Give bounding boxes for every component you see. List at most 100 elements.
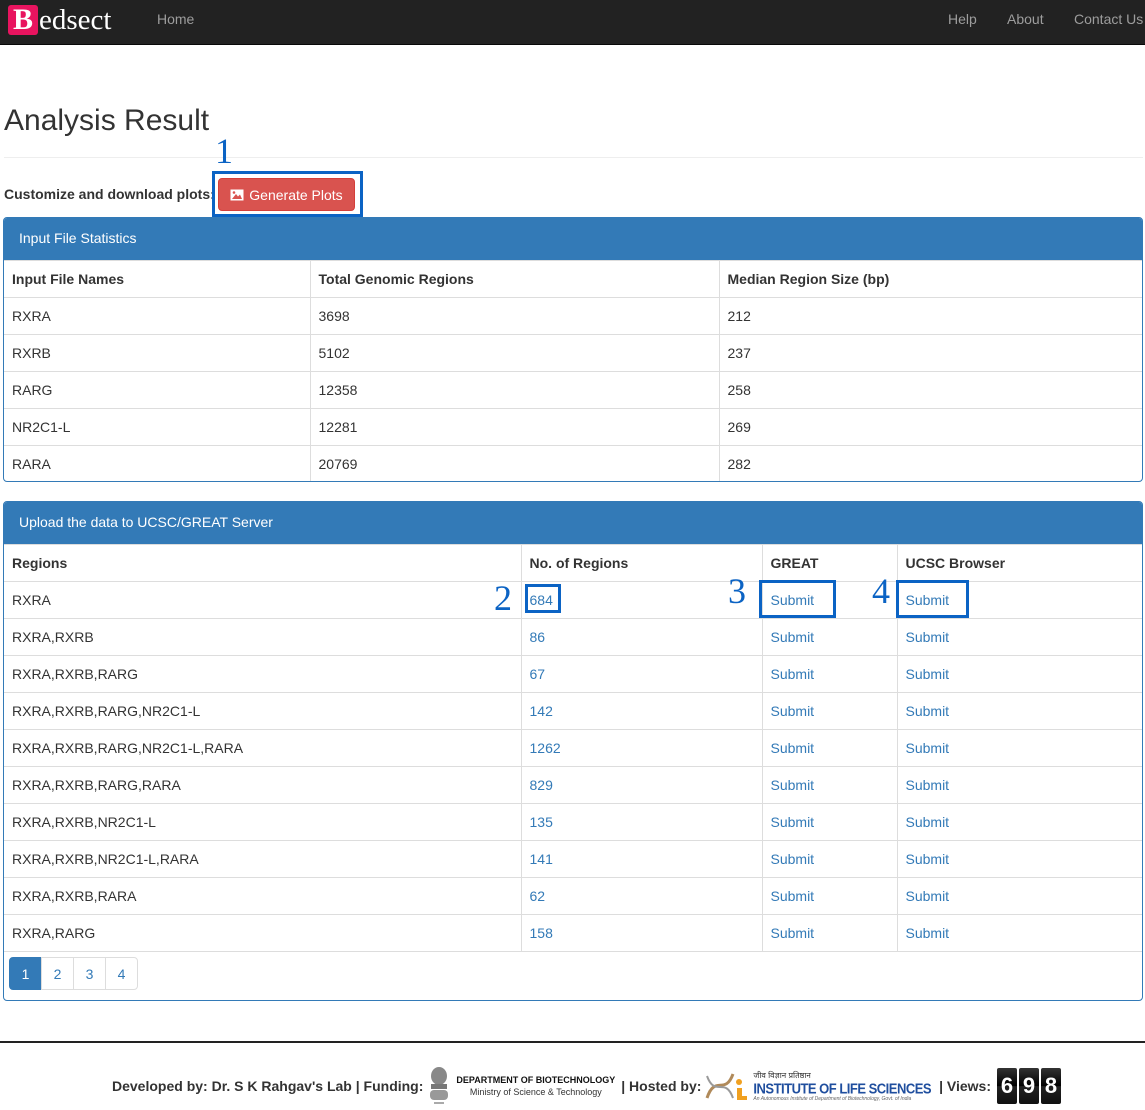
ucsc-cell: Submit [896,914,1142,952]
column-header: Regions [4,544,522,582]
great-cell: Submit [761,618,898,656]
ucsc-submit-link[interactable]: Submit [906,777,950,793]
great-submit-link[interactable]: Submit [771,814,815,830]
annotation-box-3 [759,580,836,618]
region-count-cell: 135 [520,803,763,841]
ucsc-cell: Submit [896,692,1142,730]
total-regions: 3698 [309,297,720,335]
page-3-button[interactable]: 3 [73,957,106,990]
nav-help[interactable]: Help [948,11,977,27]
ucsc-submit-link[interactable]: Submit [906,666,950,682]
annotation-box-1 [212,171,363,217]
region-name: RXRA,RXRB [4,618,522,656]
great-submit-link[interactable]: Submit [771,629,815,645]
upload-table: Regions No. of Regions GREAT UCSC Browse… [4,544,1142,952]
emblem-icon [430,1067,449,1104]
region-count-link[interactable]: 829 [530,777,553,793]
dbt-logo[interactable]: DEPARTMENT OF BIOTECHNOLOGY Ministry of … [426,1066,615,1106]
total-regions: 20769 [309,445,720,481]
views-digit: 9 [1019,1068,1039,1104]
file-name: RXRB [4,334,311,372]
ils-logo[interactable]: जीव विज्ञान प्रतिष्ठान INSTITUTE OF LIFE… [703,1068,932,1104]
ucsc-submit-link[interactable]: Submit [906,925,950,941]
region-count-link[interactable]: 67 [530,666,546,682]
developed-by-text: Developed by: Dr. S K Rahgav's Lab | Fun… [112,1078,424,1094]
region-name: RXRA,RARG [4,914,522,952]
dna-icon [705,1073,748,1100]
great-submit-link[interactable]: Submit [771,777,815,793]
great-cell: Submit [761,766,898,804]
upload-heading: Upload the data to UCSC/GREAT Server [4,502,1142,544]
views-digit: 6 [997,1068,1017,1104]
region-count-link[interactable]: 141 [530,851,553,867]
great-submit-link[interactable]: Submit [771,740,815,756]
navbar: B edsect Home Help About Contact Us [0,0,1145,45]
total-regions: 5102 [309,334,720,372]
great-cell: Submit [761,877,898,915]
views-counter: 6 9 8 [997,1068,1063,1104]
ucsc-submit-link[interactable]: Submit [906,740,950,756]
region-name: RXRA,RXRB,NR2C1-L,RARA [4,840,522,878]
region-name: RXRA,RXRB,RARG,NR2C1-L [4,692,522,730]
dbt-title: DEPARTMENT OF BIOTECHNOLOGY [456,1075,616,1085]
great-cell: Submit [761,914,898,952]
total-regions: 12281 [309,408,720,446]
upload-panel: Upload the data to UCSC/GREAT Server Reg… [3,501,1143,1001]
file-name: NR2C1-L [4,408,311,446]
ils-title: INSTITUTE OF LIFE SCIENCES [753,1080,932,1097]
page-1-button[interactable]: 1 [9,957,42,990]
page-title: Analysis Result [4,104,210,137]
region-count-link[interactable]: 1262 [530,740,561,756]
ucsc-submit-link[interactable]: Submit [906,888,950,904]
region-count-link[interactable]: 158 [530,925,553,941]
file-name: RXRA [4,297,311,335]
dbt-subtitle: Ministry of Science & Technology [469,1087,602,1097]
great-cell: Submit [761,840,898,878]
great-submit-link[interactable]: Submit [771,851,815,867]
nav-home[interactable]: Home [157,11,194,27]
ucsc-submit-link[interactable]: Submit [906,703,950,719]
hosted-by-text: | Hosted by: [621,1078,702,1094]
nav-about[interactable]: About [1007,11,1044,27]
median-size: 269 [718,408,1142,446]
page-2-button[interactable]: 2 [41,957,74,990]
ucsc-submit-link[interactable]: Submit [906,851,950,867]
ucsc-submit-link[interactable]: Submit [906,629,950,645]
input-stats-panel: Input File Statistics Input File Names T… [3,217,1143,482]
brand-logo[interactable]: B edsect [8,2,111,38]
region-count-cell: 86 [520,618,763,656]
annotation-number-4: 4 [872,571,890,611]
region-count-link[interactable]: 86 [530,629,546,645]
region-count-link[interactable]: 62 [530,888,546,904]
median-size: 282 [718,445,1142,481]
page-4-button[interactable]: 4 [105,957,138,990]
great-submit-link[interactable]: Submit [771,703,815,719]
table-row: RXRA 3698 212 [4,297,1142,335]
great-submit-link[interactable]: Submit [771,925,815,941]
total-regions: 12358 [309,371,720,409]
ucsc-submit-link[interactable]: Submit [906,814,950,830]
median-size: 237 [718,334,1142,372]
table-row: RXRB 5102 237 [4,334,1142,372]
nav-contact[interactable]: Contact Us [1074,11,1143,27]
views-label: | Views: [939,1078,991,1094]
great-submit-link[interactable]: Submit [771,666,815,682]
region-count-cell: 62 [520,877,763,915]
region-count-link[interactable]: 135 [530,814,553,830]
great-cell: Submit [761,729,898,767]
divider [4,157,1143,158]
great-submit-link[interactable]: Submit [771,888,815,904]
region-count-link[interactable]: 142 [530,703,553,719]
table-row: RXRA,RXRB,RARG 67 Submit Submit [4,655,1142,693]
region-count-cell: 829 [520,766,763,804]
great-cell: Submit [761,692,898,730]
great-cell: Submit [761,803,898,841]
table-row: NR2C1-L 12281 269 [4,408,1142,446]
column-header: No. of Regions [520,544,763,582]
annotation-box-2 [525,584,561,613]
annotation-number-3: 3 [728,571,746,611]
ucsc-cell: Submit [896,840,1142,878]
great-cell: Submit [761,655,898,693]
customize-label: Customize and download plots: [4,186,215,202]
region-count-cell: 142 [520,692,763,730]
